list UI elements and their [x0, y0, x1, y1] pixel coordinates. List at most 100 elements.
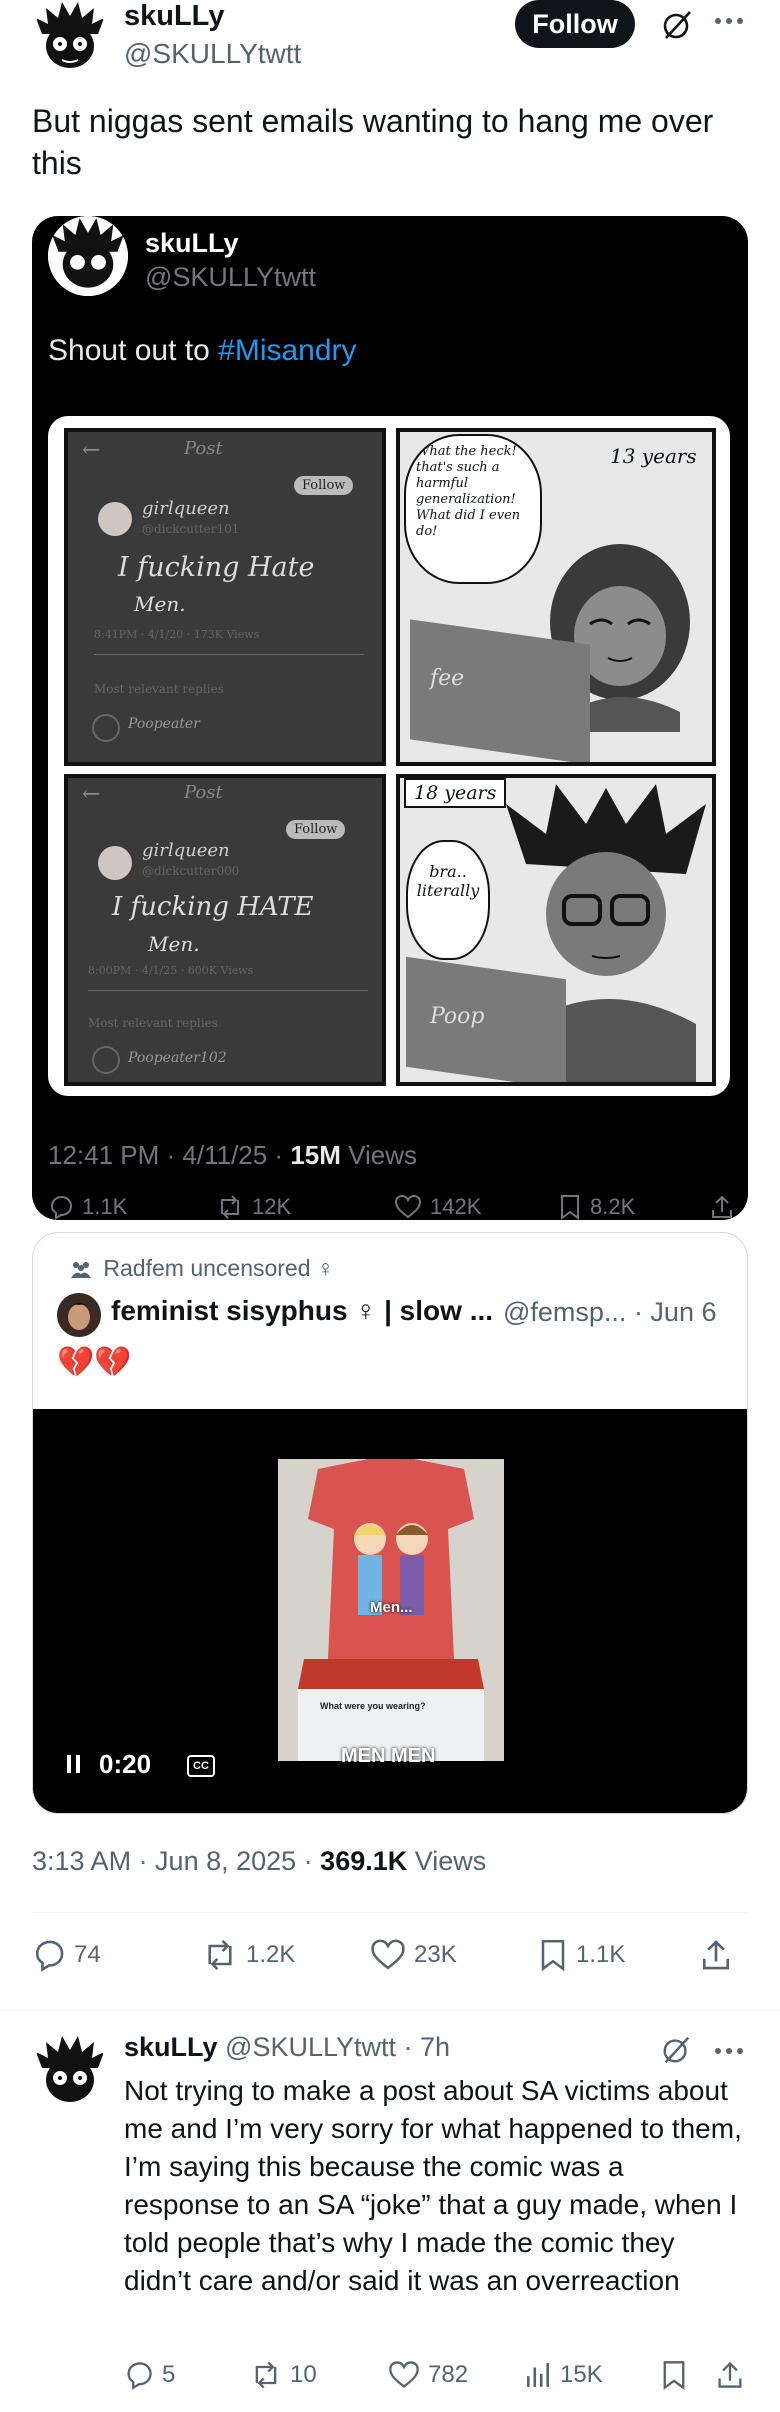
hashtag-link[interactable]: #Misandry [218, 334, 356, 367]
quoted-like-action[interactable]: 142K [394, 1194, 481, 1220]
post-text: But niggas sent emails wanting to hang m… [32, 103, 714, 181]
video-player[interactable]: Men... What were you wearing? MEN MEN 0:… [33, 1409, 747, 1813]
community-icon [69, 1260, 93, 1280]
panel2-screen: fee [430, 666, 465, 691]
panel3-line2: Men. [148, 932, 200, 956]
reply-count: 74 [74, 1941, 101, 1968]
panel4-caption: 18 years [404, 778, 507, 808]
panel3-follow: Follow [286, 820, 346, 839]
follow-button[interactable]: Follow [515, 0, 635, 48]
bookmark-action[interactable]: 1.1K [538, 1938, 625, 1972]
video-card-text: What were you wearing? [320, 1701, 426, 1711]
reply-author-handle[interactable]: @SKULLYtwtt · 7h [225, 2032, 450, 2062]
share-icon[interactable] [700, 1938, 732, 1972]
divider [0, 2010, 780, 2011]
bookmark-icon[interactable] [660, 2360, 688, 2390]
more-icon[interactable] [714, 2046, 744, 2056]
reply-author-row: skuLLy @SKULLYtwtt · 7h [124, 2032, 450, 2063]
panel1-user: girlqueen [142, 498, 230, 519]
quoted-bookmark-count: 8.2K [590, 1194, 636, 1219]
reply-action-bar: 5 10 782 15K [124, 2360, 754, 2400]
reply-icon [48, 1194, 74, 1220]
comic-image[interactable]: ← Post Follow girlqueen @dickcutter101 I… [48, 416, 730, 1096]
comic-panel-4: 18 years bra.. literally Poop [396, 774, 716, 1086]
comic-panel-3: ← Post Follow girlqueen @dickcutter000 I… [64, 774, 386, 1086]
views-label: Views [407, 1846, 487, 1876]
more-icon[interactable] [714, 16, 744, 26]
video-overlay-text: Men... [370, 1599, 413, 1616]
quote-author-avatar [57, 1293, 101, 1337]
panel1-follow: Follow [294, 476, 354, 495]
repost-icon [202, 1938, 238, 1972]
community-name: Radfem uncensored ♀ [103, 1255, 335, 1281]
panel1-replier: Poopeater [128, 716, 200, 732]
quoted-reply-action[interactable]: 1.1K [48, 1194, 127, 1220]
pause-icon[interactable] [65, 1753, 83, 1775]
author-name[interactable]: skuLLy [124, 0, 224, 33]
panel4-speech: bra.. literally [406, 840, 490, 960]
quoted-action-bar: 1.1K 12K 142K 8.2K [48, 1194, 738, 1220]
quoted-post-time: 12:41 PM · 4/11/25 · [48, 1140, 291, 1170]
quoted-author-handle: @SKULLYtwtt [145, 262, 316, 292]
quote-tweet-card[interactable]: Radfem uncensored ♀ feminist sisyphus ♀ … [32, 1232, 748, 1814]
reply-author-avatar[interactable] [32, 2034, 108, 2110]
share-icon[interactable] [716, 2360, 744, 2390]
heart-icon [388, 2360, 420, 2390]
panel3-user: girlqueen [142, 840, 230, 861]
quoted-views-label: Views [340, 1140, 418, 1170]
quoted-repost-count: 12K [252, 1194, 292, 1219]
reply-repost-count: 10 [290, 2361, 317, 2388]
reply-views-action[interactable]: 15K [524, 2360, 603, 2390]
reply-views-count: 15K [560, 2361, 603, 2388]
video-caption: MEN MEN [341, 1745, 436, 1767]
quote-emoji-text: 💔💔 [57, 1346, 132, 1379]
quoted-repost-action[interactable]: 12K [216, 1194, 291, 1220]
reply-action[interactable]: 74 [32, 1938, 101, 1972]
post-time: 3:13 AM · Jun 8, 2025 · [32, 1846, 321, 1876]
grok-icon[interactable] [660, 8, 694, 42]
quote-author-handle: @femsp... · Jun 6 [503, 1297, 717, 1327]
reply-author-name[interactable]: skuLLy [124, 2032, 218, 2062]
panel1-line2: Men. [134, 592, 186, 616]
heart-icon [394, 1194, 422, 1220]
author-avatar[interactable] [32, 0, 108, 76]
video-thumbnail: Men... What were you wearing? [278, 1459, 504, 1761]
repost-icon [216, 1194, 244, 1220]
reply-text: Not trying to make a post about SA victi… [124, 2075, 742, 2296]
bookmark-icon [558, 1194, 582, 1220]
quoted-share-icon[interactable] [710, 1194, 734, 1220]
author-handle[interactable]: @SKULLYtwtt [124, 38, 301, 70]
reply-like-action[interactable]: 782 [388, 2360, 468, 2390]
repost-icon [250, 2360, 282, 2390]
community-label[interactable]: Radfem uncensored ♀ [69, 1255, 334, 1282]
bookmark-icon [538, 1938, 568, 1972]
views-count: 369.1K [320, 1846, 408, 1876]
panel1-replies-label: Most relevant replies [94, 682, 224, 696]
quoted-bookmark-action[interactable]: 8.2K [558, 1194, 635, 1220]
quoted-post-card[interactable]: skuLLy @SKULLYtwtt Shout out to #Misandr… [32, 216, 748, 1220]
video-time: 0:20 [99, 1749, 152, 1779]
comic-panel-1: ← Post Follow girlqueen @dickcutter101 I… [64, 428, 386, 766]
grok-icon[interactable] [660, 2034, 692, 2066]
reply-reply-count: 5 [162, 2361, 176, 2388]
panel3-replies-label: Most relevant replies [88, 1016, 218, 1030]
reply-reply-action[interactable]: 5 [124, 2360, 175, 2390]
repost-action[interactable]: 1.2K [202, 1938, 295, 1972]
quote-author-name: feminist sisyphus ♀ | slow ... [111, 1295, 494, 1326]
quoted-text-prefix: Shout out to [48, 334, 219, 367]
panel2-caption: 13 years [610, 444, 697, 468]
like-action[interactable]: 23K [370, 1938, 457, 1972]
post-meta: 3:13 AM · Jun 8, 2025 · 369.1K Views [32, 1846, 486, 1877]
panel3-subhandle: @dickcutter000 [142, 864, 240, 878]
heart-icon [370, 1938, 406, 1972]
bookmark-count: 1.1K [576, 1941, 626, 1968]
panel1-line1: I fucking Hate [118, 552, 315, 583]
reply-like-count: 782 [428, 2361, 469, 2388]
panel3-replier: Poopeater102 [128, 1050, 227, 1066]
panel3-stats: 8:00PM · 4/1/25 · 600K Views [88, 964, 254, 977]
action-bar: 74 1.2K 23K 1.1K [32, 1938, 748, 1982]
panel1-subhandle: @dickcutter101 [142, 522, 240, 536]
quoted-views-count: 15M [290, 1140, 341, 1170]
reply-repost-action[interactable]: 10 [250, 2360, 317, 2390]
captions-button[interactable]: CC [187, 1755, 215, 1777]
